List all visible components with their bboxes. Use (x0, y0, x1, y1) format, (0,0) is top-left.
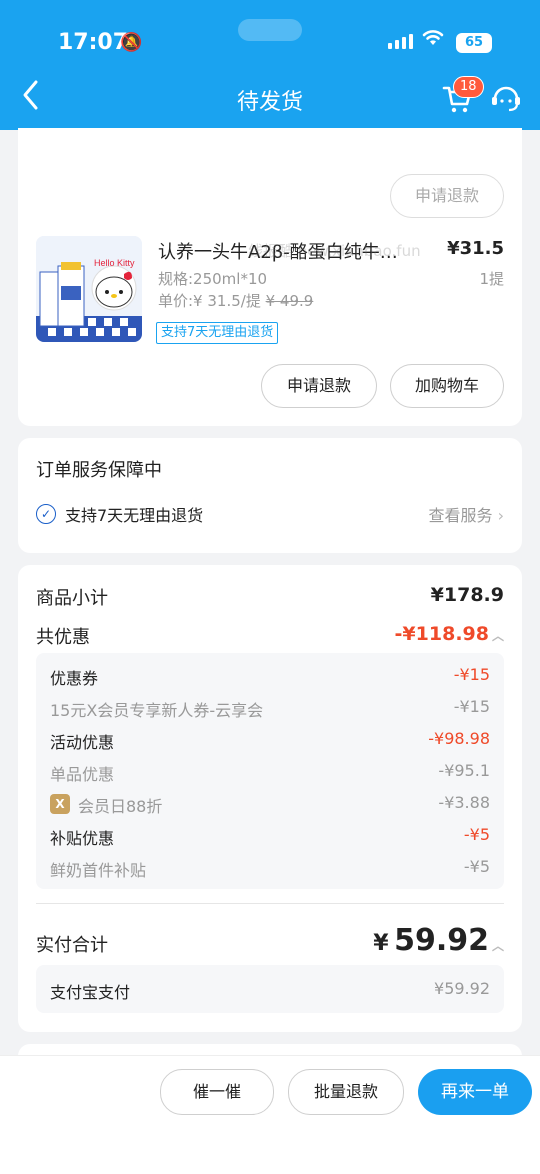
fresh-milk-subsidy-value: -¥5 (463, 857, 490, 876)
paid-total-label: 实付合计 (36, 935, 108, 956)
subsidy-value: -¥5 (463, 825, 490, 844)
coupon-value: -¥15 (453, 665, 490, 684)
coupon-item-label: 15元X会员专享新人券-云享会 (50, 701, 264, 720)
wifi-icon (421, 27, 445, 52)
product-spec: 规格:250ml*10 (158, 270, 268, 288)
coupon-label: 优惠券 (50, 669, 99, 688)
paid-total-row[interactable]: 实付合计 ¥ 59.92 ︿ (36, 923, 504, 969)
discount-value: -¥118.98 (394, 623, 489, 645)
product-card: 申请退款 Hello Kitty 认养一头牛A2β-酪蛋白纯牛… 线报酷 new… (18, 128, 522, 426)
price-summary-card: 商品小计 ¥178.9 共优惠 -¥118.98 ︿ 优惠券 -¥15 15元X会… (18, 565, 522, 1032)
subtotal-value: ¥178.9 (430, 584, 504, 606)
refund-button-disabled[interactable]: 申请退款 (390, 174, 504, 218)
single-item-label: 单品优惠 (50, 765, 115, 784)
return-policy-tag: 支持7天无理由退货 (156, 322, 279, 344)
reorder-button[interactable]: 再来一单 (418, 1069, 532, 1115)
coupon-item-value: -¥15 (453, 697, 490, 716)
view-service-link[interactable]: 查看服务 › (428, 502, 504, 526)
paid-currency: ¥ (373, 931, 389, 956)
paid-total-amount: ¥ 59.92 ︿ (373, 923, 504, 958)
refund-button[interactable]: 申请退款 (261, 364, 377, 408)
batch-refund-button[interactable]: 批量退款 (288, 1069, 404, 1115)
add-to-cart-button[interactable]: 加购物车 (390, 364, 504, 408)
bottom-action-bar: 催一催 批量退款 再来一单 (0, 1055, 540, 1174)
alipay-value: ¥59.92 (434, 979, 490, 998)
customer-service-icon[interactable] (490, 83, 522, 113)
paid-total-value: 59.92 (394, 923, 489, 958)
cellular-signal-icon (388, 34, 413, 49)
remind-button[interactable]: 催一催 (160, 1069, 274, 1115)
subtotal-label: 商品小计 (36, 588, 108, 609)
header: 17:07 🔕 65 待发货 18 (0, 0, 540, 130)
silent-bell-icon: 🔕 (120, 32, 143, 53)
service-item: 支持7天无理由退货 (65, 506, 204, 525)
status-time: 17:07 (58, 30, 129, 55)
payment-method-box: 支付宝支付 ¥59.92 (36, 965, 504, 1013)
discount-details: 优惠券 -¥15 15元X会员专享新人券-云享会 -¥15 活动优惠 -¥98.… (36, 653, 504, 889)
alipay-label: 支付宝支付 (50, 983, 131, 1002)
single-item-value: -¥95.1 (438, 761, 490, 780)
check-circle-icon: ✓ (36, 504, 56, 524)
view-service-label: 查看服务 (428, 506, 493, 525)
member-day-value: -¥3.88 (438, 793, 490, 812)
fresh-milk-subsidy-label: 鲜奶首件补贴 (50, 861, 147, 880)
activity-value: -¥98.98 (428, 729, 490, 748)
service-title: 订单服务保障中 (36, 460, 162, 481)
discount-total: -¥118.98 ︿ (395, 623, 504, 645)
product-unit-price: 单价:¥ 31.5/提 ¥ 49.9 (158, 290, 313, 311)
service-guarantee-card: 订单服务保障中 ✓ 支持7天无理由退货 查看服务 › (18, 438, 522, 553)
member-x-icon: X (50, 794, 70, 814)
chevron-right-icon: › (497, 506, 504, 525)
chevron-up-icon: ︿ (491, 939, 504, 953)
unit-price-label: 单价:¥ (158, 292, 203, 310)
svg-text:Hello Kitty: Hello Kitty (94, 258, 135, 268)
product-quantity: 1提 (479, 270, 504, 288)
divider (36, 903, 504, 904)
discount-label: 共优惠 (36, 627, 90, 648)
product-price: ¥31.5 (447, 238, 504, 259)
activity-label: 活动优惠 (50, 733, 115, 752)
member-day-label: 会员日88折 (78, 797, 163, 816)
unit-price-value: 31.5/提 (202, 292, 266, 310)
status-bar: 17:07 🔕 65 (0, 0, 540, 60)
cart-count-badge: 18 (453, 76, 484, 98)
original-price: ¥ 49.9 (265, 292, 314, 310)
chevron-up-icon: ︿ (491, 629, 504, 643)
subsidy-label: 补贴优惠 (50, 829, 115, 848)
battery-icon: 65 (456, 33, 492, 53)
product-image[interactable]: Hello Kitty (36, 236, 142, 342)
watermark: 线报酷 new.xianbao.fun (248, 242, 421, 260)
dynamic-island-pill (238, 19, 302, 41)
